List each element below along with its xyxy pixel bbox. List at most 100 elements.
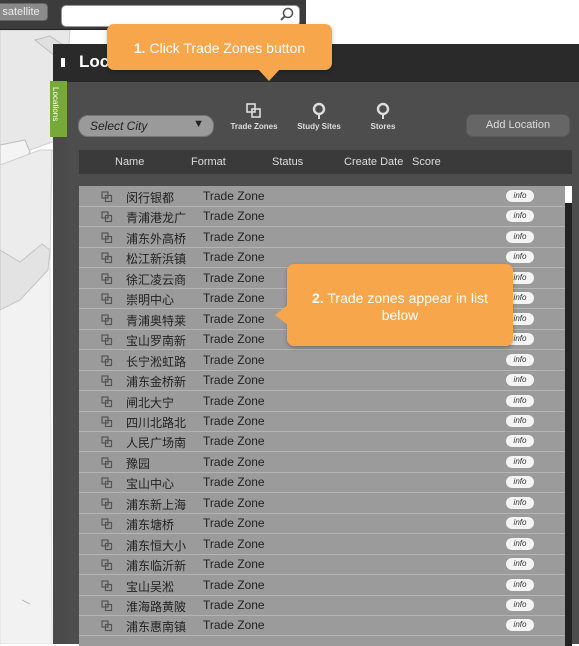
satellite-button[interactable]: satellite [0,3,48,21]
trade-zone-icon [101,457,113,472]
select-city-dropdown[interactable]: Select City ▼ [78,115,214,137]
list-item[interactable]: 青浦港龙广 Trade Zone info [79,206,565,228]
list-item[interactable]: 宝山吴淞 Trade Zone info [79,575,565,596]
row-format: Trade Zone [203,454,265,469]
locations-list[interactable]: 浦东惠南镇 Trade Zone info 淮海路黄陂 Trade Zone info 宝山… [79,186,572,646]
list-item[interactable]: 浦东恒大小 Trade Zone info [79,534,565,555]
row-name: 宝山中心 [126,477,175,492]
list-item[interactable]: 淮海路黄陂 Trade Zone info [79,595,565,616]
list-item[interactable]: 四川北路北 Trade Zone info [79,411,565,432]
row-name: 崇明中心 [126,293,175,308]
info-button[interactable]: info [506,578,534,591]
column-format[interactable]: Format [191,156,226,168]
list-scrollbar-thumb[interactable] [565,186,572,203]
info-button[interactable]: info [506,599,534,611]
row-format: Trade Zone [203,495,265,510]
info-button[interactable]: info [506,496,534,509]
locations-side-tab[interactable]: Locations [50,81,67,137]
study-sites-label: Study Sites [297,122,341,131]
list-item[interactable]: 人民广场南 Trade Zone info [79,431,565,453]
trade-zone-icon [101,375,113,390]
row-name: 宝山罗南新 [126,334,187,349]
info-button[interactable]: info [506,537,534,550]
column-score[interactable]: Score [412,156,441,168]
column-name[interactable]: Name [115,156,144,168]
row-format: Trade Zone [203,618,265,633]
trade-zones-label: Trade Zones [230,122,278,131]
row-name: 人民广场南 [126,436,187,451]
trade-zone-icon [101,416,113,431]
pin-icon [312,102,326,119]
row-name: 闵行银都 [126,191,175,205]
list-item[interactable]: 宝山中心 Trade Zone info [79,472,565,494]
stores-button[interactable]: Stores [363,102,403,131]
row-name: 浦东塘桥 [126,518,175,533]
trade-zones-icon [246,103,261,118]
row-format: Trade Zone [203,413,265,428]
list-item[interactable]: 闵行银都 Trade Zone info [79,186,565,207]
column-status[interactable]: Status [272,156,303,168]
list-item[interactable]: 浦东塘桥 Trade Zone info [79,513,565,535]
list-item[interactable]: 浦东临沂新 Trade Zone info [79,554,565,576]
row-format: Trade Zone [203,352,265,367]
list-item[interactable]: 长宁淞虹路 Trade Zone info [79,350,565,371]
row-name: 长宁淞虹路 [126,354,187,369]
list-item[interactable]: 浦东金桥新 Trade Zone info [79,370,565,392]
trade-zone-icon [101,477,113,492]
trade-zone-icon [101,539,113,554]
add-location-button[interactable]: Add Location [466,114,570,137]
trade-zone-icon [101,211,113,226]
row-format: Trade Zone [203,270,265,285]
list-item[interactable]: 浦东新上海 Trade Zone info [79,493,565,514]
info-button[interactable]: info [506,251,534,264]
list-scrollbar[interactable] [565,186,572,646]
callout-step-2-text: Trade zones appear in list below [327,290,488,323]
info-button[interactable]: info [506,517,534,530]
info-button[interactable]: info [506,435,534,448]
info-button[interactable]: info [506,353,534,366]
select-city-label: Select City [90,119,148,133]
info-button[interactable]: info [506,374,534,387]
trade-zone-icon [101,293,113,308]
column-header-bar: Name Format Status Create Date Score [79,150,572,174]
trade-zone-icon [101,436,113,451]
row-name: 浦东恒大小 [126,538,187,553]
trade-zones-button[interactable]: Trade Zones [227,102,281,131]
list-item[interactable]: 豫园 Trade Zone info [79,452,565,473]
study-sites-button[interactable]: Study Sites [291,102,347,131]
info-button[interactable]: info [506,619,534,632]
trade-zone-icon [101,354,113,370]
trade-zone-icon [101,273,113,288]
info-button[interactable]: info [506,414,534,427]
row-format: Trade Zone [203,598,265,612]
row-name: 青浦奥特莱 [126,313,187,328]
info-button[interactable]: info [506,476,534,489]
info-button[interactable]: info [506,394,534,407]
list-item[interactable]: 浦东外高桥 Trade Zone info [79,227,565,248]
info-button[interactable]: info [506,210,534,223]
row-name: 闸北大宁 [126,395,175,410]
row-name: 淮海路黄陂 [126,600,187,614]
row-format: Trade Zone [203,209,265,224]
list-item[interactable]: 浦东惠南镇 Trade Zone info [79,615,565,637]
trade-zone-icon [101,518,113,533]
column-create-date[interactable]: Create Date [344,156,403,168]
row-format: Trade Zone [203,291,265,306]
side-tab-label: Locations [51,87,60,122]
info-button[interactable]: info [506,558,534,571]
row-format: Trade Zone [203,536,265,551]
row-name: 浦东惠南镇 [126,620,187,635]
row-name: 宝山吴淞 [126,579,175,594]
row-format: Trade Zone [203,577,265,592]
row-format: Trade Zone [203,332,265,347]
trade-zone-icon [101,395,113,411]
info-button[interactable]: info [506,230,534,243]
trade-zone-icon [101,314,113,329]
list-item[interactable]: 闸北大宁 Trade Zone info [79,391,565,412]
row-format: Trade Zone [203,373,265,388]
info-button[interactable]: info [506,190,534,202]
row-name: 浦东金桥新 [126,375,187,390]
info-button[interactable]: info [506,455,534,468]
callout-step-1: 1. Click Trade Zones button [107,24,332,81]
callout-step-1-text: Click Trade Zones button [149,40,306,56]
